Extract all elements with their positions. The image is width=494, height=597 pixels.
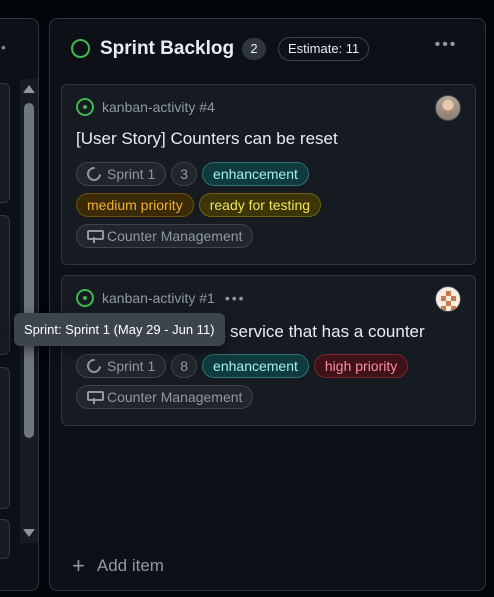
label-medium-priority[interactable]: medium priority [76, 193, 194, 217]
column-header: Sprint Backlog 2 Estimate: 11 ••• [50, 19, 485, 79]
issue-title[interactable]: [User Story] Counters can be reset [76, 129, 338, 149]
issue-reference[interactable]: kanban-activity #4 [102, 99, 215, 115]
issue-card[interactable]: kanban-activity #4 [User Story] Counters… [61, 84, 476, 265]
label-enhancement[interactable]: enhancement [202, 354, 309, 378]
list-item[interactable] [0, 519, 10, 559]
list-item[interactable] [0, 83, 10, 203]
milestone-icon [87, 390, 104, 404]
list-item[interactable] [0, 367, 10, 509]
issue-reference[interactable]: kanban-activity #1 [102, 290, 215, 306]
add-item-button[interactable]: + Add item [72, 553, 164, 578]
field-row: Sprint 1 3 enhancement [76, 162, 309, 186]
estimate-badge: Estimate: 11 [278, 37, 370, 61]
card-more-icon[interactable]: ••• [225, 290, 246, 306]
card-meta: kanban-activity #4 [76, 97, 215, 117]
vertical-scrollbar[interactable] [20, 79, 38, 543]
milestone-field[interactable]: Counter Management [76, 385, 254, 409]
estimate-field[interactable]: 8 [171, 354, 198, 378]
column-menu-icon[interactable]: • [1, 39, 7, 55]
column-status-icon [71, 39, 90, 58]
milestone-label: Counter Management [107, 228, 243, 244]
sprint-tooltip: Sprint: Sprint 1 (May 29 - Jun 11) [14, 313, 225, 346]
sprint-field[interactable]: Sprint 1 [76, 162, 167, 186]
column-title: Sprint Backlog [100, 38, 235, 59]
milestone-row: Counter Management [76, 224, 254, 248]
milestone-field[interactable]: Counter Management [76, 224, 254, 248]
label-row: medium priority ready for testing [76, 193, 322, 217]
plus-icon: + [72, 553, 85, 578]
scroll-up-arrow-icon[interactable] [23, 85, 35, 93]
field-row: Sprint 1 8 enhancement high priority [76, 354, 409, 378]
column-menu-icon[interactable]: ••• [432, 33, 460, 57]
card-meta: kanban-activity #1 ••• [76, 288, 246, 308]
label-enhancement[interactable]: enhancement [202, 162, 309, 186]
sprint-field[interactable]: Sprint 1 [76, 354, 167, 378]
assignee-avatar[interactable] [435, 286, 461, 312]
issue-card[interactable]: kanban-activity #1 ••• [User Story] Need… [61, 275, 476, 426]
estimate-field[interactable]: 3 [171, 162, 198, 186]
issue-opened-icon [76, 98, 94, 116]
scrollbar-thumb[interactable] [24, 103, 34, 438]
previous-column: • [0, 18, 39, 591]
milestone-icon [87, 229, 104, 243]
item-count-badge: 2 [242, 38, 266, 60]
add-item-label: Add item [96, 556, 164, 575]
label-ready-for-testing[interactable]: ready for testing [198, 193, 322, 217]
assignee-avatar[interactable] [435, 95, 461, 121]
milestone-row: Counter Management [76, 385, 254, 409]
list-item[interactable] [0, 215, 10, 355]
issue-opened-icon [76, 289, 94, 307]
iteration-icon [84, 164, 104, 184]
sprint-label: Sprint 1 [107, 166, 156, 182]
sprint-label: Sprint 1 [107, 358, 156, 374]
milestone-label: Counter Management [107, 389, 243, 405]
scroll-down-arrow-icon[interactable] [23, 529, 35, 537]
label-high-priority[interactable]: high priority [313, 354, 409, 378]
iteration-icon [84, 356, 104, 376]
sprint-backlog-column: Sprint Backlog 2 Estimate: 11 ••• kanban… [49, 18, 486, 591]
